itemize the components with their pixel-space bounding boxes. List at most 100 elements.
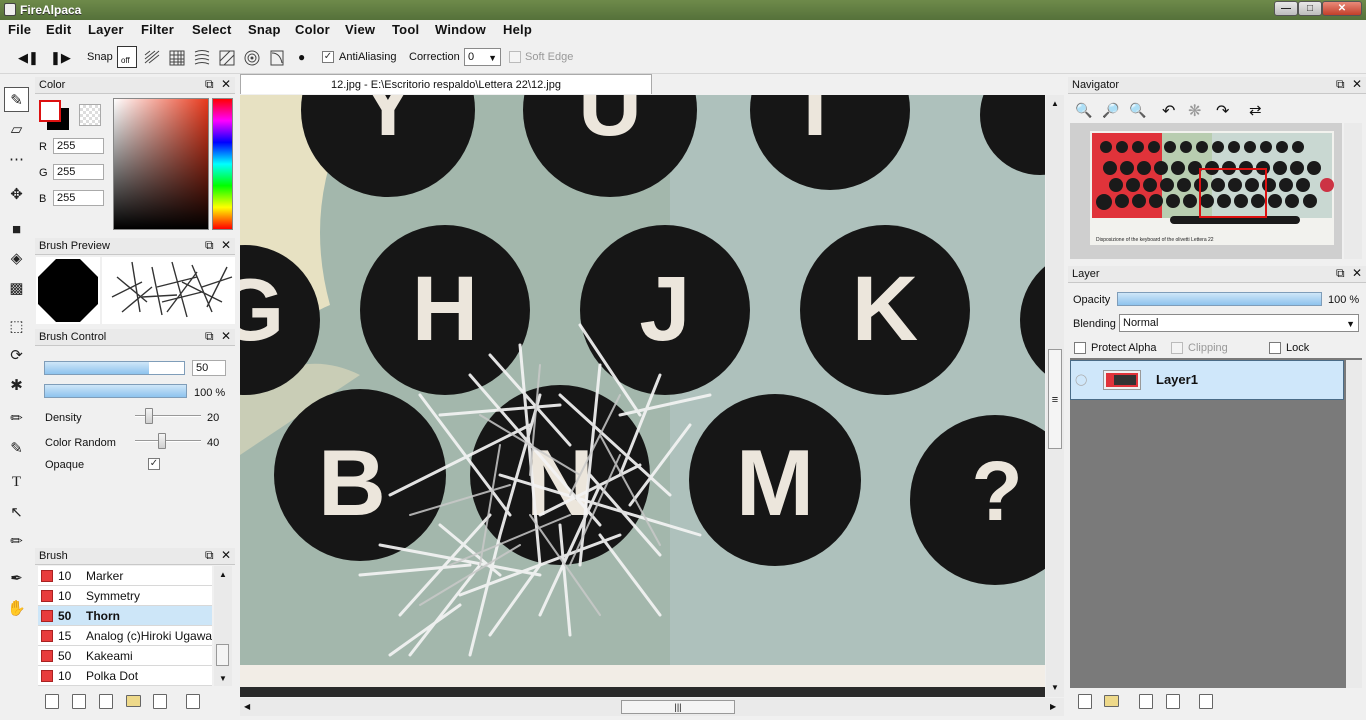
brush-item-marker[interactable]: 10 Marker [38, 566, 212, 586]
delete-layer-icon[interactable] [1199, 694, 1213, 709]
g-input[interactable]: 255 [53, 164, 104, 180]
select-pen-tool-icon[interactable]: ✏ [4, 406, 29, 431]
menu-help[interactable]: Help [503, 22, 532, 37]
move-tool-icon[interactable]: ✥ [4, 182, 29, 207]
scroll-down-icon[interactable]: ▼ [219, 674, 227, 683]
close-icon[interactable]: ✕ [1352, 77, 1362, 91]
dropper-tool-icon[interactable]: ✏ [4, 529, 29, 554]
brush-item-symmetry[interactable]: 10 Symmetry [38, 586, 212, 606]
snap-settings-dot-icon[interactable]: ● [298, 50, 305, 64]
antialiasing-checkbox[interactable]: ✓ [322, 51, 334, 63]
minimize-button[interactable]: — [1274, 1, 1298, 16]
eraser-tool-icon[interactable]: ▱ [4, 117, 29, 142]
menu-tool[interactable]: Tool [392, 22, 419, 37]
float-icon[interactable]: ⧉ [205, 77, 214, 92]
visibility-eye-icon[interactable]: ◯ [1075, 373, 1087, 386]
operation-tool-icon[interactable]: ↖ [4, 500, 29, 525]
density-slider[interactable] [145, 408, 153, 424]
duplicate-layer-icon[interactable] [1139, 694, 1153, 709]
rotate-right-icon[interactable]: ↷ [1216, 101, 1229, 121]
float-icon[interactable]: ⧉ [1336, 266, 1345, 281]
rotate-reset-icon[interactable]: ❋ [1188, 101, 1201, 121]
primary-color-swatch[interactable] [39, 100, 61, 122]
menu-snap[interactable]: Snap [248, 22, 281, 37]
pen-tool-icon[interactable]: ✎ [4, 87, 29, 112]
menu-edit[interactable]: Edit [46, 22, 71, 37]
close-icon[interactable]: ✕ [221, 548, 231, 562]
scroll-up-icon[interactable]: ▲ [1051, 99, 1059, 108]
lasso-tool-icon[interactable]: ⟳ [4, 343, 29, 368]
next-frame-icon[interactable]: ❚▶ [50, 50, 71, 66]
folder-icon[interactable] [126, 695, 141, 707]
zoom-in-icon[interactable]: 🔍 [1075, 102, 1092, 119]
brush-list-scrollbar[interactable]: ▲ ▼ [214, 566, 232, 686]
snap-off-button[interactable]: off [117, 46, 137, 68]
duplicate-brush-icon[interactable] [153, 694, 167, 709]
select-rect-tool-icon[interactable]: ⬚ [4, 314, 29, 339]
canvas-horizontal-scrollbar[interactable]: ◀ ||| ▶ [240, 698, 1064, 716]
navigator-preview[interactable]: Disposizione of the keyboard of the oliv… [1070, 123, 1342, 259]
scroll-thumb[interactable]: ||| [621, 700, 735, 714]
hand-tool-icon[interactable]: ✋ [4, 596, 29, 621]
scroll-thumb[interactable] [216, 644, 229, 666]
close-icon[interactable]: ✕ [221, 77, 231, 91]
r-input[interactable]: 255 [53, 138, 104, 154]
maximize-button[interactable]: □ [1298, 1, 1322, 16]
zoom-out-icon[interactable]: 🔎 [1102, 102, 1119, 119]
float-icon[interactable]: ⧉ [205, 548, 214, 563]
new-brush-3-icon[interactable] [99, 694, 113, 709]
scroll-thumb[interactable]: ≡ [1048, 349, 1062, 449]
float-icon[interactable]: ⧉ [1336, 77, 1345, 92]
dot-pen-tool-icon[interactable]: ⋯ [4, 147, 29, 172]
close-icon[interactable]: ✕ [221, 238, 231, 252]
brush-item-thorn[interactable]: 50 Thorn [38, 606, 212, 626]
navigator-scrollbar[interactable] [1344, 123, 1362, 259]
brush-opacity-slider[interactable] [44, 384, 187, 398]
close-icon[interactable]: ✕ [221, 329, 231, 343]
float-icon[interactable]: ⧉ [205, 329, 214, 344]
correction-select[interactable]: 0 ▼ [464, 48, 501, 66]
snap-perspective-icon[interactable] [192, 46, 212, 68]
brush-item-polka-dot[interactable]: 10 Polka Dot [38, 666, 212, 686]
blending-select[interactable]: Normal ▼ [1119, 314, 1359, 332]
rotate-left-icon[interactable]: ↶ [1162, 101, 1175, 121]
canvas[interactable]: Y U I G H J K B N M ? [240, 95, 1045, 697]
scroll-right-icon[interactable]: ▶ [1050, 702, 1056, 711]
menu-filter[interactable]: Filter [141, 22, 174, 37]
close-icon[interactable]: ✕ [1352, 266, 1362, 280]
opaque-checkbox[interactable]: ✓ [148, 458, 160, 470]
scroll-up-icon[interactable]: ▲ [219, 570, 227, 579]
trash-icon[interactable] [186, 694, 200, 709]
new-layer-icon[interactable] [1078, 694, 1092, 709]
menu-window[interactable]: Window [435, 22, 486, 37]
snap-parallel-icon[interactable] [142, 46, 162, 68]
brush-size-input[interactable]: 50 [192, 360, 226, 376]
layer-row[interactable]: ◯ Layer1 [1070, 360, 1344, 400]
hue-slider[interactable] [212, 98, 233, 230]
brush-size-slider[interactable] [44, 361, 185, 375]
gradient-tool-icon[interactable]: ▩ [4, 276, 29, 301]
snap-curve-icon[interactable] [267, 46, 287, 68]
close-button[interactable]: ✕ [1322, 1, 1362, 16]
clipping-checkbox[interactable] [1171, 342, 1183, 354]
fill-rect-tool-icon[interactable]: ■ [4, 217, 29, 242]
document-tab[interactable]: 12.jpg - E:\Escritorio respaldo\Lettera … [240, 74, 652, 94]
snap-diagonal-icon[interactable] [217, 46, 237, 68]
select-eraser-tool-icon[interactable]: ✎ [4, 436, 29, 461]
text-tool-icon[interactable]: T [4, 470, 29, 495]
layer-list-scrollbar[interactable] [1346, 360, 1362, 688]
new-brush-icon[interactable] [45, 694, 59, 709]
lock-checkbox[interactable] [1269, 342, 1281, 354]
snap-grid-icon[interactable] [167, 46, 187, 68]
menu-view[interactable]: View [345, 22, 375, 37]
color-random-slider[interactable] [158, 433, 166, 449]
menu-file[interactable]: File [8, 22, 31, 37]
bucket-tool-icon[interactable]: ◈ [4, 246, 29, 271]
layer-opacity-slider[interactable] [1117, 292, 1322, 306]
scroll-down-icon[interactable]: ▼ [1051, 683, 1059, 692]
eyedropper-tool-icon[interactable]: ✒ [4, 566, 29, 591]
soft-edge-checkbox[interactable] [509, 51, 521, 63]
prev-frame-icon[interactable]: ◀❚ [18, 50, 39, 66]
menu-color[interactable]: Color [295, 22, 330, 37]
flip-horizontal-icon[interactable]: ⇄ [1249, 101, 1262, 119]
